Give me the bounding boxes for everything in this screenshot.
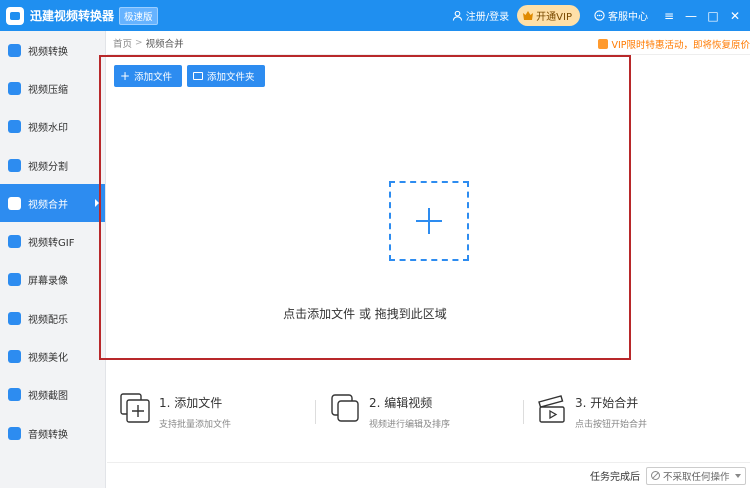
sidebar-item-video-split[interactable]: 视频分割 bbox=[0, 146, 105, 184]
video-music-icon bbox=[8, 311, 21, 325]
chat-icon bbox=[594, 10, 605, 21]
minimize-button[interactable]: — bbox=[680, 0, 702, 31]
edition-badge: 极速版 bbox=[119, 6, 158, 25]
sidebar-item-screen-record[interactable]: 屏幕录像 bbox=[0, 261, 105, 299]
breadcrumb-separator: > bbox=[135, 37, 143, 48]
step-title: 1. 添加文件 bbox=[159, 396, 223, 410]
clapperboard-icon bbox=[535, 392, 569, 426]
file-drop-panel: + 添加文件 添加文件夹 点击添加文件 或 拖拽到此区域 bbox=[99, 55, 631, 360]
sidebar-item-video-gif[interactable]: 视频转GIF bbox=[0, 222, 105, 260]
footer-bar: 任务完成后 不采取任何操作 bbox=[107, 462, 750, 488]
add-file-label: 添加文件 bbox=[134, 72, 173, 83]
sidebar-item-label: 视频转GIF bbox=[28, 238, 75, 250]
vip-button[interactable]: 开通VIP bbox=[517, 5, 580, 26]
sidebar-item-label: 视频截图 bbox=[28, 391, 68, 403]
drop-hint-text: 点击添加文件 或 拖拽到此区域 bbox=[283, 307, 447, 321]
step-divider bbox=[315, 400, 316, 424]
edit-video-icon bbox=[329, 392, 363, 426]
sidebar-item-audio-convert[interactable]: 音频转换 bbox=[0, 414, 105, 452]
ban-icon bbox=[651, 471, 660, 480]
login-label: 注册/登录 bbox=[465, 12, 510, 23]
sidebar: 视频转换 视频压缩 视频水印 视频分割 视频合并 视频转GIF 屏幕录像 视频配… bbox=[0, 31, 106, 488]
sidebar-item-video-watermark[interactable]: 视频水印 bbox=[0, 108, 105, 146]
after-task-value: 不采取任何操作 bbox=[663, 471, 730, 483]
promo-banner[interactable]: VIP限时特惠活动，即将恢复原价 bbox=[598, 37, 750, 51]
step-desc: 点击按钮开始合并 bbox=[575, 420, 648, 430]
step-start-merge: 3. 开始合并 点击按钮开始合并 bbox=[535, 388, 647, 438]
sidebar-item-video-compress[interactable]: 视频压缩 bbox=[0, 69, 105, 107]
app-title: 迅建视频转换器 bbox=[30, 9, 115, 23]
vip-button-label: 开通VIP bbox=[536, 12, 572, 23]
video-gif-icon bbox=[8, 235, 21, 249]
plus-icon: + bbox=[120, 69, 131, 83]
sidebar-item-label: 视频分割 bbox=[28, 161, 68, 173]
step-desc: 支持批量添加文件 bbox=[159, 420, 232, 430]
sidebar-item-label: 音频转换 bbox=[28, 429, 68, 441]
add-plus-icon bbox=[416, 208, 442, 234]
add-files-icon bbox=[119, 392, 153, 426]
step-divider bbox=[523, 400, 524, 424]
sidebar-item-video-screenshot[interactable]: 视频截图 bbox=[0, 376, 105, 414]
screen-record-icon bbox=[8, 273, 21, 287]
step-desc: 视频进行编辑及排序 bbox=[369, 420, 451, 430]
video-beautify-icon bbox=[8, 350, 21, 364]
sidebar-item-label: 视频美化 bbox=[28, 353, 68, 365]
sidebar-item-label: 屏幕录像 bbox=[28, 276, 68, 288]
support-link[interactable]: 客服中心 bbox=[594, 8, 648, 23]
steps-guide: 1. 添加文件 支持批量添加文件 2. 编辑视频 视频进行编辑及排序 3. 开始… bbox=[107, 388, 750, 438]
audio-convert-icon bbox=[8, 426, 21, 440]
menu-button[interactable]: ≡ bbox=[658, 0, 680, 31]
video-split-icon bbox=[8, 158, 21, 172]
video-watermark-icon bbox=[8, 120, 21, 134]
sidebar-item-video-beautify[interactable]: 视频美化 bbox=[0, 337, 105, 375]
sidebar-item-video-convert[interactable]: 视频转换 bbox=[0, 31, 105, 69]
support-label: 客服中心 bbox=[608, 12, 648, 23]
step-title: 2. 编辑视频 bbox=[369, 396, 433, 410]
video-convert-icon bbox=[8, 43, 21, 57]
sidebar-item-video-merge[interactable]: 视频合并 bbox=[0, 184, 105, 223]
breadcrumb: 首页 > 视频合并 VIP限时特惠活动，即将恢复原价 bbox=[107, 31, 750, 55]
gift-icon bbox=[598, 39, 609, 49]
step-title: 3. 开始合并 bbox=[575, 396, 639, 410]
sidebar-item-label: 视频配乐 bbox=[28, 314, 68, 326]
step-add-files: 1. 添加文件 支持批量添加文件 bbox=[119, 388, 231, 438]
after-task-label: 任务完成后 bbox=[590, 472, 640, 483]
sidebar-item-label: 视频合并 bbox=[28, 199, 68, 211]
close-button[interactable]: ✕ bbox=[724, 0, 746, 31]
user-icon bbox=[452, 10, 462, 21]
after-task-select[interactable]: 不采取任何操作 bbox=[646, 466, 746, 485]
login-link[interactable]: 注册/登录 bbox=[452, 8, 509, 23]
crown-icon bbox=[523, 11, 534, 20]
sidebar-item-label: 视频压缩 bbox=[28, 84, 68, 96]
folder-icon bbox=[193, 72, 203, 80]
promo-text: VIP限时特惠活动，即将恢复原价 bbox=[611, 40, 750, 51]
sidebar-item-label: 视频水印 bbox=[28, 123, 68, 135]
title-bar: 迅建视频转换器 极速版 注册/登录 开通VIP 客服中心 ≡ — □ ✕ bbox=[0, 0, 750, 31]
drop-target[interactable] bbox=[389, 181, 469, 261]
breadcrumb-home-link[interactable]: 首页 bbox=[113, 36, 132, 50]
add-folder-button[interactable]: 添加文件夹 bbox=[187, 65, 265, 87]
video-merge-icon bbox=[8, 196, 21, 210]
add-file-button[interactable]: + 添加文件 bbox=[114, 65, 182, 87]
video-compress-icon bbox=[8, 81, 21, 95]
video-screenshot-icon bbox=[8, 388, 21, 402]
chevron-down-icon bbox=[735, 473, 741, 478]
sidebar-item-label: 视频转换 bbox=[28, 46, 68, 58]
maximize-button[interactable]: □ bbox=[702, 0, 724, 31]
add-folder-label: 添加文件夹 bbox=[207, 72, 255, 83]
sidebar-item-video-music[interactable]: 视频配乐 bbox=[0, 299, 105, 337]
app-logo-icon bbox=[6, 6, 24, 25]
step-edit-video: 2. 编辑视频 视频进行编辑及排序 bbox=[329, 388, 450, 438]
breadcrumb-current: 视频合并 bbox=[145, 38, 184, 50]
